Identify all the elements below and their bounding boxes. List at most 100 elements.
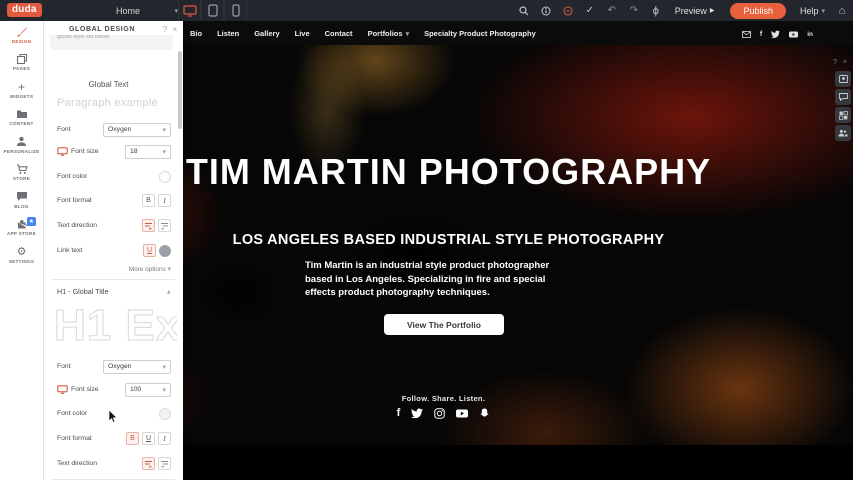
sidebar-item-app-store[interactable]: ★ APP STORE bbox=[0, 214, 43, 242]
section-divider bbox=[52, 279, 175, 280]
bold-button[interactable]: B bbox=[142, 194, 155, 207]
link-color-swatch[interactable] bbox=[159, 245, 171, 257]
play-icon: ▶ bbox=[710, 7, 715, 14]
sidebar-item-personalize[interactable]: PERSONALIZE bbox=[0, 131, 43, 159]
youtube-icon[interactable] bbox=[789, 31, 798, 38]
comment-tool-button[interactable] bbox=[835, 89, 851, 105]
saved-check-icon[interactable]: ✓ bbox=[579, 0, 601, 21]
h1-rtl-direction-button[interactable] bbox=[158, 457, 171, 470]
right-float-toolbar bbox=[835, 71, 851, 141]
panel-title: GLOBAL DESIGN bbox=[44, 26, 160, 33]
editor-topbar: duda Home ▾ ✓ bbox=[0, 0, 853, 21]
nav-item-live[interactable]: Live bbox=[295, 29, 310, 38]
font-size-dropdown[interactable]: 18▾ bbox=[125, 145, 171, 159]
rtl-icon bbox=[160, 222, 169, 230]
font-row: Font Oxygen▾ bbox=[57, 122, 171, 137]
page-selector-dropdown[interactable]: Home ▾ bbox=[112, 3, 182, 18]
sidebar-item-settings[interactable]: ⚙ SETTINGS bbox=[0, 241, 43, 269]
chevron-up-icon: ▾ bbox=[167, 288, 171, 296]
rtl-direction-button[interactable] bbox=[158, 219, 171, 232]
chevron-down-icon: ▾ bbox=[406, 30, 410, 38]
layers-tool-button[interactable] bbox=[835, 107, 851, 123]
facebook-icon[interactable]: f bbox=[397, 407, 401, 419]
preview-button[interactable]: Preview ▶ bbox=[667, 6, 723, 16]
email-icon[interactable] bbox=[742, 31, 751, 38]
h1-ltr-direction-button[interactable] bbox=[142, 457, 155, 470]
redo-icon[interactable]: ↷ bbox=[623, 0, 645, 21]
nav-item-listen[interactable]: Listen bbox=[217, 29, 239, 38]
youtube-icon[interactable] bbox=[456, 409, 468, 418]
link-text-row: Link text U bbox=[57, 243, 171, 258]
twitter-icon[interactable] bbox=[411, 408, 423, 418]
sidebar-item-widgets[interactable]: + WIDGETS bbox=[0, 76, 43, 104]
team-tool-button[interactable] bbox=[835, 125, 851, 141]
nav-item-specialty[interactable]: Specialty Product Photography bbox=[424, 29, 536, 38]
float-toolbar-collapse[interactable]: ? × bbox=[833, 59, 849, 66]
ltr-direction-button[interactable] bbox=[142, 219, 155, 232]
more-options-link[interactable]: More options ▾ bbox=[129, 265, 171, 273]
panel-close-icon[interactable]: × bbox=[170, 25, 180, 34]
nav-item-bio[interactable]: Bio bbox=[190, 29, 202, 38]
mobile-view-button[interactable] bbox=[224, 0, 247, 21]
site-nav-items: Bio Listen Gallery Live Contact Portfoli… bbox=[190, 29, 536, 38]
font-dropdown[interactable]: Oxygen▾ bbox=[103, 123, 171, 137]
ltr-icon bbox=[144, 460, 153, 468]
sidebar-item-blog[interactable]: BLOG bbox=[0, 186, 43, 214]
hero-paragraph[interactable]: Tim Martin is an industrial style produc… bbox=[305, 259, 567, 300]
h1-font-size-row: Font size 100▾ bbox=[57, 382, 171, 397]
link-underline-button[interactable]: U bbox=[143, 244, 156, 257]
twitter-icon[interactable] bbox=[771, 30, 780, 38]
tablet-view-button[interactable] bbox=[201, 0, 224, 21]
view-portfolio-button[interactable]: View The Portfolio bbox=[384, 314, 504, 335]
h1-underline-button[interactable]: U bbox=[142, 432, 155, 445]
h1-italic-button[interactable]: I bbox=[158, 432, 171, 445]
ltr-icon bbox=[144, 222, 153, 230]
theme-comment-icon[interactable] bbox=[557, 0, 579, 21]
h1-section-header[interactable]: H1 - Global Title ▾ bbox=[57, 287, 171, 296]
nav-item-portfolios[interactable]: Portfolios▾ bbox=[368, 29, 410, 38]
device-override-icon bbox=[57, 147, 68, 156]
info-icon[interactable] bbox=[535, 0, 557, 21]
chevron-down-icon: ▾ bbox=[821, 7, 825, 15]
current-page-label: Home bbox=[116, 6, 140, 16]
chevron-down-icon: ▾ bbox=[162, 386, 166, 394]
font-color-swatch[interactable] bbox=[159, 171, 171, 183]
mouse-cursor bbox=[108, 410, 118, 429]
nav-item-contact[interactable]: Contact bbox=[325, 29, 353, 38]
dev-mode-icon[interactable]: ϕ bbox=[645, 0, 667, 21]
plus-icon: + bbox=[18, 81, 25, 93]
h1-font-color-swatch[interactable] bbox=[159, 408, 171, 420]
font-size-row: Font size 18▾ bbox=[57, 144, 171, 159]
sidebar-item-content[interactable]: CONTENT bbox=[0, 104, 43, 132]
editor-left-rail: DESIGN PAGES + WIDGETS CONTENT PERSONALI… bbox=[0, 21, 44, 480]
h1-font-format-row: Font format B U I bbox=[57, 431, 171, 446]
desktop-view-button[interactable] bbox=[178, 0, 201, 21]
h1-bold-button[interactable]: B bbox=[126, 432, 139, 445]
italic-button[interactable]: I bbox=[158, 194, 171, 207]
h1-font-size-dropdown[interactable]: 100▾ bbox=[125, 383, 171, 397]
snapchat-icon[interactable] bbox=[479, 408, 490, 419]
sidebar-item-pages[interactable]: PAGES bbox=[0, 49, 43, 77]
linkedin-icon[interactable]: in bbox=[807, 31, 813, 38]
image-tool-button[interactable] bbox=[835, 71, 851, 87]
chevron-down-icon: ▾ bbox=[167, 266, 171, 273]
panel-help-icon[interactable]: ? bbox=[160, 25, 170, 34]
panel-scrollbar[interactable] bbox=[178, 51, 182, 129]
cart-icon bbox=[16, 163, 28, 175]
duda-logo[interactable]: duda bbox=[7, 3, 42, 17]
nav-item-gallery[interactable]: Gallery bbox=[254, 29, 279, 38]
sidebar-item-design[interactable]: DESIGN bbox=[0, 21, 43, 49]
global-text-heading: Global Text bbox=[44, 80, 173, 89]
search-icon[interactable] bbox=[513, 0, 535, 21]
help-menu[interactable]: Help ▾ bbox=[794, 6, 831, 16]
topbar-tools: ✓ ↶ ↷ ϕ Preview ▶ Publish Help ▾ ⌂ bbox=[513, 0, 853, 21]
sidebar-item-store[interactable]: STORE bbox=[0, 159, 43, 187]
chevron-down-icon: ▾ bbox=[162, 126, 166, 134]
facebook-icon[interactable]: f bbox=[760, 31, 762, 38]
publish-button[interactable]: Publish bbox=[730, 3, 786, 19]
dashboard-home-icon[interactable]: ⌂ bbox=[831, 0, 853, 21]
speech-bubble-icon bbox=[16, 191, 28, 203]
undo-icon[interactable]: ↶ bbox=[601, 0, 623, 21]
instagram-icon[interactable] bbox=[434, 408, 445, 419]
h1-font-dropdown[interactable]: Oxygen▾ bbox=[103, 360, 171, 374]
